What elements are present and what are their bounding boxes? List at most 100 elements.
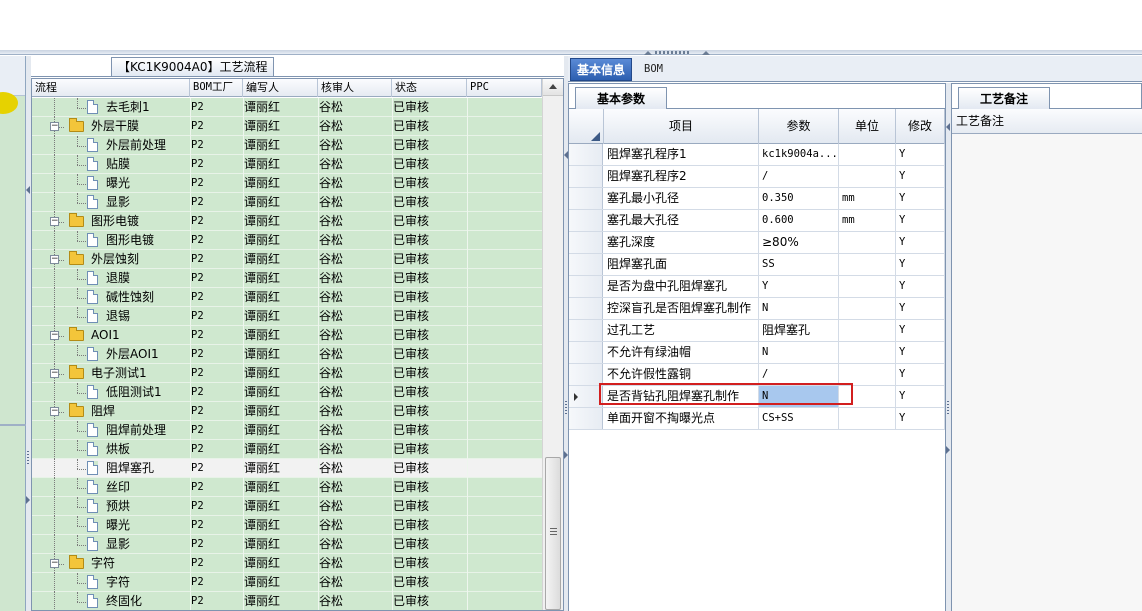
param-item[interactable]: 阻焊塞孔面: [604, 254, 759, 275]
param-modify[interactable]: Y: [896, 276, 945, 297]
param-value[interactable]: /: [759, 166, 839, 187]
tree-row[interactable]: 去毛刺1 P2 谭丽红 谷松 已审核: [32, 98, 542, 117]
tree-row[interactable]: 显影 P2 谭丽红 谷松 已审核: [32, 193, 542, 212]
column-header-unit[interactable]: 单位: [839, 109, 896, 144]
tree-row[interactable]: − 外层干膜 P2 谭丽红 谷松 已审核: [32, 117, 542, 136]
column-header-modify[interactable]: 修改: [896, 109, 945, 144]
row-header[interactable]: [569, 144, 603, 165]
param-modify[interactable]: Y: [896, 232, 945, 253]
param-unit[interactable]: [839, 364, 896, 385]
param-value[interactable]: Y: [759, 276, 839, 297]
splitter-grip[interactable]: [655, 51, 691, 54]
param-item[interactable]: 过孔工艺: [604, 320, 759, 341]
param-value[interactable]: N: [759, 342, 839, 363]
param-unit[interactable]: [839, 276, 896, 297]
tree-row[interactable]: 曝光 P2 谭丽红 谷松 已审核: [32, 174, 542, 193]
param-unit[interactable]: [839, 232, 896, 253]
row-header[interactable]: [569, 386, 603, 407]
param-unit[interactable]: [839, 144, 896, 165]
process-flow-title[interactable]: 【KC1K9004A0】工艺流程: [111, 57, 275, 76]
row-header[interactable]: [569, 408, 603, 429]
param-value[interactable]: ≥80%: [759, 232, 839, 253]
tree-row[interactable]: 贴膜 P2 谭丽红 谷松 已审核: [32, 155, 542, 174]
column-header-reviewer[interactable]: 核审人: [318, 79, 392, 97]
tree-row[interactable]: − 电子测试1 P2 谭丽红 谷松 已审核: [32, 364, 542, 383]
row-header[interactable]: [569, 364, 603, 385]
expand-right-icon[interactable]: [26, 496, 30, 504]
param-item[interactable]: 是否为盘中孔阻焊塞孔: [604, 276, 759, 297]
splitter-dots-icon[interactable]: [565, 401, 567, 415]
tree-row[interactable]: 显影 P2 谭丽红 谷松 已审核: [32, 535, 542, 554]
param-item[interactable]: 塞孔最小孔径: [604, 188, 759, 209]
column-header-ppc[interactable]: PPC: [467, 79, 542, 97]
param-unit[interactable]: [839, 342, 896, 363]
param-value[interactable]: 0.350: [759, 188, 839, 209]
column-header-bom[interactable]: BOM工厂: [190, 79, 243, 97]
param-row[interactable]: 不允许假性露铜 / Y: [569, 364, 945, 386]
column-header-writer[interactable]: 编写人: [243, 79, 318, 97]
tree-row[interactable]: 图形电镀 P2 谭丽红 谷松 已审核: [32, 231, 542, 250]
param-row[interactable]: 塞孔最大孔径 0.600 mm Y: [569, 210, 945, 232]
tree-row[interactable]: − 阻焊 P2 谭丽红 谷松 已审核: [32, 402, 542, 421]
tree-row[interactable]: 退膜 P2 谭丽红 谷松 已审核: [32, 269, 542, 288]
param-row[interactable]: 塞孔最小孔径 0.350 mm Y: [569, 188, 945, 210]
column-header-flow[interactable]: 流程: [32, 79, 190, 97]
tree-row[interactable]: 终固化 P2 谭丽红 谷松 已审核: [32, 592, 542, 610]
param-row[interactable]: 阻焊塞孔程序1 kc1k9004a... Y: [569, 144, 945, 166]
param-row[interactable]: 塞孔深度 ≥80% Y: [569, 232, 945, 254]
param-modify[interactable]: Y: [896, 408, 945, 429]
param-row[interactable]: 是否为盘中孔阻焊塞孔 Y Y: [569, 276, 945, 298]
column-header-item[interactable]: 项目: [604, 109, 759, 144]
top-splitter[interactable]: [0, 50, 1142, 55]
row-header[interactable]: [569, 232, 603, 253]
row-header[interactable]: [569, 254, 603, 275]
collapse-icon[interactable]: −: [50, 122, 59, 131]
param-modify[interactable]: Y: [896, 342, 945, 363]
param-row[interactable]: 阻焊塞孔程序2/ Y: [569, 166, 945, 188]
param-row[interactable]: 单面开窗不掏曝光点 CS+SS Y: [569, 408, 945, 430]
select-all-corner[interactable]: [569, 109, 604, 144]
param-value[interactable]: 阻焊塞孔: [759, 320, 839, 341]
tree-row[interactable]: 丝印 P2 谭丽红 谷松 已审核: [32, 478, 542, 497]
param-unit[interactable]: mm: [839, 188, 896, 209]
collapse-icon[interactable]: −: [50, 217, 59, 226]
tree-row[interactable]: − AOI1 P2 谭丽红 谷松 已审核: [32, 326, 542, 345]
collapse-left-icon[interactable]: [26, 186, 30, 194]
tree-row[interactable]: 外层前处理 P2 谭丽红 谷松 已审核: [32, 136, 542, 155]
tree-row[interactable]: 退锡 P2 谭丽红 谷松 已审核: [32, 307, 542, 326]
tree-row[interactable]: − 字符 P2 谭丽红 谷松 已审核: [32, 554, 542, 573]
param-unit[interactable]: [839, 320, 896, 341]
tree-row[interactable]: 字符 P2 谭丽红 谷松 已审核: [32, 573, 542, 592]
tab-process-notes[interactable]: 工艺备注: [958, 87, 1050, 109]
param-modify[interactable]: Y: [896, 166, 945, 187]
splitter-arrow-up-icon[interactable]: [702, 51, 710, 55]
param-unit[interactable]: [839, 298, 896, 319]
tree-row[interactable]: 低阻测试1 P2 谭丽红 谷松 已审核: [32, 383, 542, 402]
param-modify[interactable]: Y: [896, 254, 945, 275]
param-item[interactable]: 塞孔最大孔径: [604, 210, 759, 231]
param-modify[interactable]: Y: [896, 144, 945, 165]
tree-row[interactable]: 外层AOI1 P2 谭丽红 谷松 已审核: [32, 345, 542, 364]
param-item[interactable]: 是否背钻孔阻焊塞孔制作: [604, 386, 759, 407]
param-modify[interactable]: Y: [896, 210, 945, 231]
splitter-arrow-up-icon[interactable]: [644, 51, 652, 55]
row-header[interactable]: [569, 188, 603, 209]
param-value[interactable]: N: [759, 298, 839, 319]
tree-row[interactable]: 阻焊塞孔 P2 谭丽红 谷松 已审核: [32, 459, 542, 478]
param-modify[interactable]: Y: [896, 188, 945, 209]
row-header[interactable]: [569, 342, 603, 363]
collapse-icon[interactable]: −: [50, 407, 59, 416]
param-item[interactable]: 阻焊塞孔程序2: [604, 166, 759, 187]
param-value[interactable]: SS: [759, 254, 839, 275]
row-header[interactable]: [569, 166, 603, 187]
param-row[interactable]: 不允许有绿油帽 N Y: [569, 342, 945, 364]
param-item[interactable]: 单面开窗不掏曝光点: [604, 408, 759, 429]
expand-right-icon[interactable]: [946, 446, 950, 454]
param-value[interactable]: CS+SS: [759, 408, 839, 429]
collapse-icon[interactable]: −: [50, 559, 59, 568]
row-header[interactable]: [569, 210, 603, 231]
scroll-thumb[interactable]: [545, 457, 561, 610]
param-modify[interactable]: Y: [896, 386, 945, 407]
param-modify[interactable]: Y: [896, 364, 945, 385]
tree-row[interactable]: − 图形电镀 P2 谭丽红 谷松 已审核: [32, 212, 542, 231]
